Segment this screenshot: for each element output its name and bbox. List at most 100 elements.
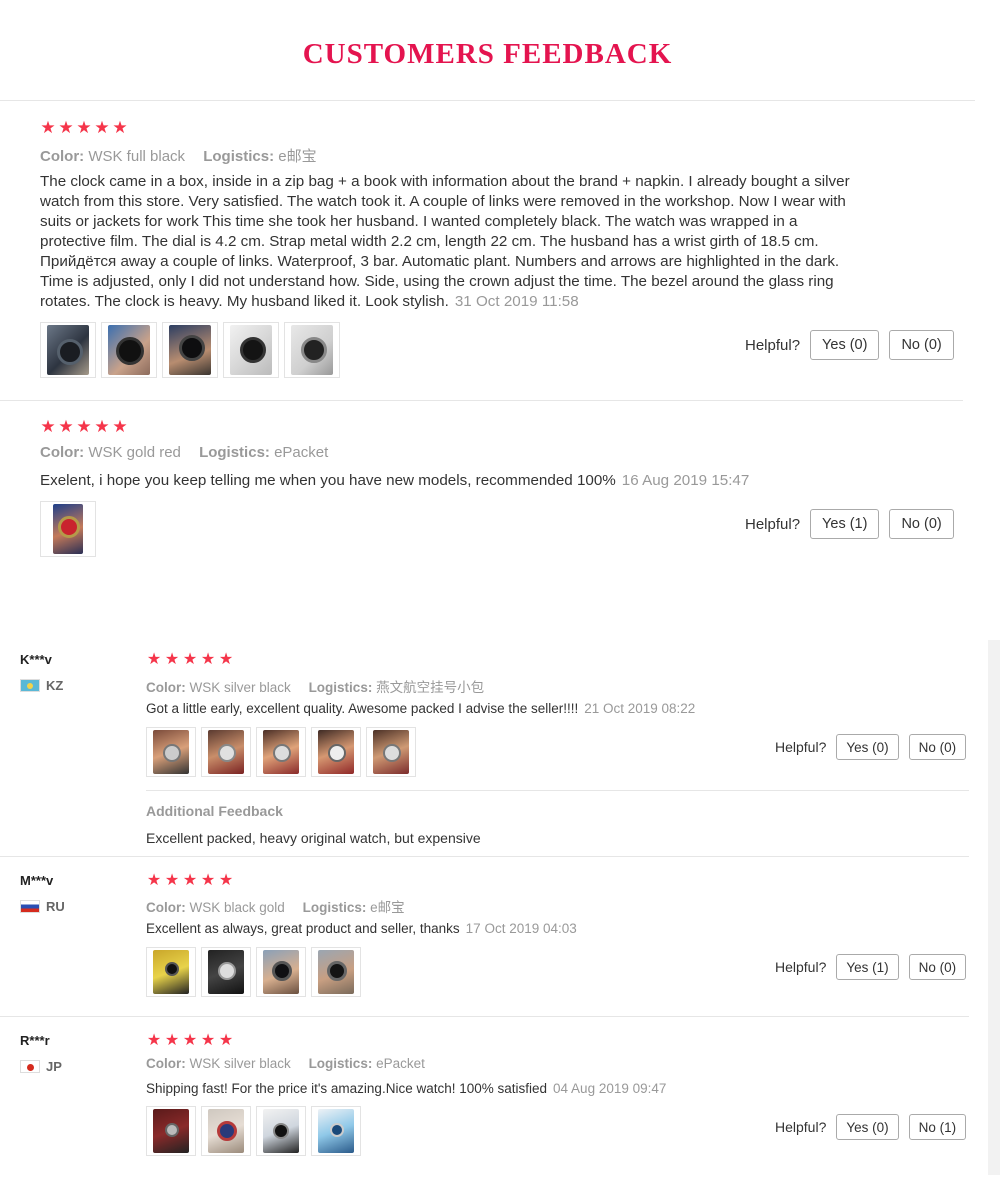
reviewer-name: R***r xyxy=(20,1033,50,1048)
star-rating: ★ ★ ★ ★ ★ xyxy=(146,651,234,669)
review-text: Excellent as always, great product and s… xyxy=(146,921,460,936)
watch-photo-thumb[interactable] xyxy=(366,727,416,777)
logistics-value: e邮宝 xyxy=(278,148,317,165)
color-label: Color: xyxy=(40,148,85,165)
review-date: 17 Oct 2019 04:03 xyxy=(465,921,577,936)
review-photos xyxy=(40,501,96,557)
helpful-no-button[interactable]: No (0) xyxy=(889,509,954,539)
star-icon: ★ xyxy=(112,417,128,436)
watch-photo-thumb[interactable] xyxy=(284,322,340,378)
helpful-label: Helpful? xyxy=(775,959,827,975)
color-value: WSK gold red xyxy=(88,444,181,461)
helpful-no-button[interactable]: No (0) xyxy=(908,954,967,980)
star-icon: ★ xyxy=(58,417,74,436)
scrollbar[interactable] xyxy=(988,640,1000,1175)
helpful-no-button[interactable]: No (0) xyxy=(889,330,954,360)
helpful-yes-button[interactable]: Yes (0) xyxy=(836,1114,899,1140)
helpful-label: Helpful? xyxy=(745,515,801,533)
helpful-no-button[interactable]: No (1) xyxy=(908,1114,967,1140)
helpful-yes-button[interactable]: Yes (1) xyxy=(836,954,899,980)
review-date: 31 Oct 2019 11:58 xyxy=(454,293,579,310)
watch-photo-thumb[interactable] xyxy=(40,501,96,557)
review-date: 04 Aug 2019 09:47 xyxy=(553,1081,667,1096)
review-photos xyxy=(146,727,416,777)
review-text: The clock came in a box, inside in a zip… xyxy=(40,173,850,310)
reviewer-name: K***v xyxy=(20,652,52,667)
logistics-label: Logistics: xyxy=(302,900,367,915)
watch-photo-thumb[interactable] xyxy=(311,947,361,997)
star-icon: ★ xyxy=(182,872,198,889)
watch-photo-thumb[interactable] xyxy=(146,947,196,997)
star-icon: ★ xyxy=(112,118,128,137)
review-photos xyxy=(40,322,340,378)
watch-photo-thumb[interactable] xyxy=(101,322,157,378)
star-icon: ★ xyxy=(146,1032,162,1049)
watch-photo-thumb[interactable] xyxy=(201,1106,251,1156)
review-date: 21 Oct 2019 08:22 xyxy=(584,701,696,716)
star-icon: ★ xyxy=(200,872,216,889)
review-text: Exelent, i hope you keep telling me when… xyxy=(40,472,616,489)
divider xyxy=(0,856,969,857)
review-text-block: Excellent as always, great product and s… xyxy=(146,920,966,938)
logistics-value: e邮宝 xyxy=(370,900,405,915)
star-icon: ★ xyxy=(200,651,216,668)
helpful-yes-button[interactable]: Yes (0) xyxy=(836,734,899,760)
watch-photo-thumb[interactable] xyxy=(256,1106,306,1156)
kz-flag-icon xyxy=(20,679,40,692)
star-icon: ★ xyxy=(94,417,110,436)
helpful-group: Helpful? Yes (0) No (0) xyxy=(775,734,967,760)
review-meta: Color: WSK silver black Logistics: 燕文航空挂… xyxy=(146,676,498,696)
watch-photo-thumb[interactable] xyxy=(146,727,196,777)
divider xyxy=(0,100,975,101)
watch-photo-thumb[interactable] xyxy=(201,727,251,777)
watch-photo-thumb[interactable] xyxy=(146,1106,196,1156)
ru-flag-icon xyxy=(20,900,40,913)
watch-photo-thumb[interactable] xyxy=(201,947,251,997)
logistics-label: Logistics: xyxy=(308,1056,373,1071)
helpful-label: Helpful? xyxy=(775,739,827,755)
logistics-label: Logistics: xyxy=(308,680,373,695)
watch-photo-thumb[interactable] xyxy=(311,727,361,777)
review-meta: Color: WSK gold red Logistics: ePacket xyxy=(40,444,342,461)
star-icon: ★ xyxy=(164,651,180,668)
star-icon: ★ xyxy=(94,118,110,137)
watch-photo-thumb[interactable] xyxy=(311,1106,361,1156)
additional-feedback-text: Excellent packed, heavy original watch, … xyxy=(146,830,481,846)
logistics-value: ePacket xyxy=(376,1056,425,1071)
watch-photo-thumb[interactable] xyxy=(223,322,279,378)
review-text-block: Got a little early, excellent quality. A… xyxy=(146,700,966,718)
helpful-group: Helpful? Yes (0) No (1) xyxy=(775,1114,967,1140)
watch-photo-thumb[interactable] xyxy=(40,322,96,378)
color-label: Color: xyxy=(146,680,186,695)
star-icon: ★ xyxy=(218,872,234,889)
star-icon: ★ xyxy=(164,1032,180,1049)
logistics-value: ePacket xyxy=(274,444,329,461)
color-value: WSK silver black xyxy=(189,1056,291,1071)
helpful-no-button[interactable]: No (0) xyxy=(908,734,967,760)
star-rating: ★ ★ ★ ★ ★ xyxy=(146,1032,234,1050)
watch-photo-thumb[interactable] xyxy=(256,947,306,997)
watch-photo-thumb[interactable] xyxy=(162,322,218,378)
logistics-value: 燕文航空挂号小包 xyxy=(376,680,485,695)
country-code: KZ xyxy=(46,678,64,693)
helpful-yes-button[interactable]: Yes (1) xyxy=(810,509,880,539)
watch-photo-thumb[interactable] xyxy=(256,727,306,777)
review-text-block: Shipping fast! For the price it's amazin… xyxy=(146,1080,966,1098)
review-meta: Color: WSK full black Logistics: e邮宝 xyxy=(40,145,331,166)
star-icon: ★ xyxy=(40,417,56,436)
country-code: RU xyxy=(46,899,65,914)
star-icon: ★ xyxy=(182,1032,198,1049)
helpful-yes-button[interactable]: Yes (0) xyxy=(810,330,880,360)
star-icon: ★ xyxy=(146,872,162,889)
star-rating: ★ ★ ★ ★ ★ xyxy=(40,418,128,436)
star-icon: ★ xyxy=(76,417,92,436)
review-meta: Color: WSK black gold Logistics: e邮宝 xyxy=(146,896,419,916)
helpful-group: Helpful? Yes (0) No (0) xyxy=(745,330,954,360)
review-meta: Color: WSK silver black Logistics: ePack… xyxy=(146,1056,439,1071)
review-photos xyxy=(146,947,361,997)
star-icon: ★ xyxy=(164,872,180,889)
color-label: Color: xyxy=(40,444,85,461)
star-icon: ★ xyxy=(58,118,74,137)
star-icon: ★ xyxy=(76,118,92,137)
star-icon: ★ xyxy=(146,651,162,668)
